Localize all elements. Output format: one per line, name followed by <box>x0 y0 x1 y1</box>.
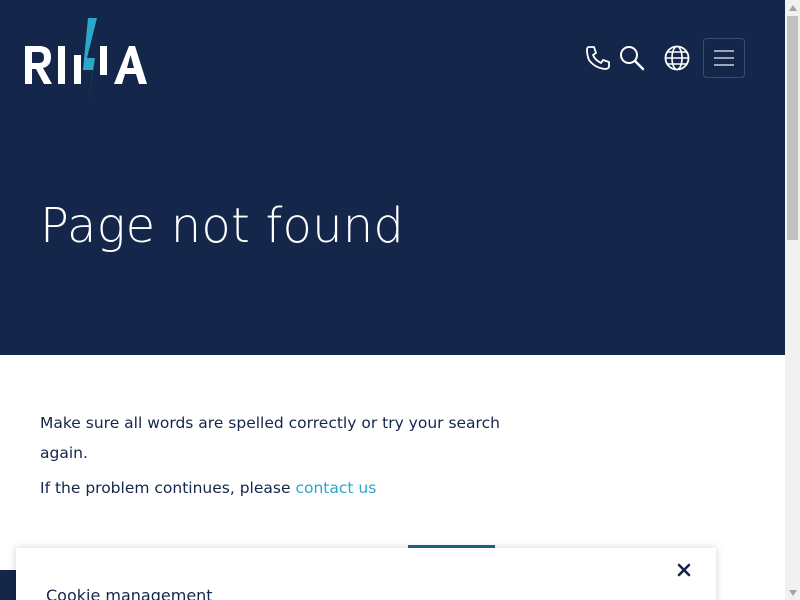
scroll-down-button[interactable] <box>785 585 800 600</box>
contact-message: If the problem continues, please contact… <box>40 478 510 498</box>
scroll-down-arrow-icon <box>788 589 797 596</box>
menu-button[interactable] <box>703 38 745 78</box>
search-button[interactable] <box>612 38 652 78</box>
language-button[interactable] <box>657 38 697 78</box>
scroll-up-arrow-icon <box>788 4 797 11</box>
globe-icon <box>664 45 690 71</box>
close-icon <box>677 563 691 577</box>
phone-icon <box>586 46 610 70</box>
vertical-scrollbar[interactable] <box>785 0 800 600</box>
page: Page not found Make sure all words are s… <box>0 0 785 600</box>
page-title: Page not found <box>40 198 405 254</box>
hero-header: Page not found <box>0 0 785 355</box>
error-content: Make sure all words are spelled correctl… <box>40 408 510 498</box>
cookie-banner: Cookie management <box>16 548 716 600</box>
contact-prefix: If the problem continues, please <box>40 479 296 497</box>
contact-us-link[interactable]: contact us <box>295 479 376 497</box>
error-message: Make sure all words are spelled correctl… <box>40 414 500 462</box>
scroll-up-button[interactable] <box>785 0 800 15</box>
hamburger-menu-icon <box>714 50 734 66</box>
scroll-thumb[interactable] <box>787 16 798 240</box>
cookie-banner-title: Cookie management <box>46 586 213 600</box>
rina-logo[interactable] <box>25 18 147 110</box>
search-icon <box>620 46 645 71</box>
cookie-close-button[interactable] <box>670 558 698 582</box>
